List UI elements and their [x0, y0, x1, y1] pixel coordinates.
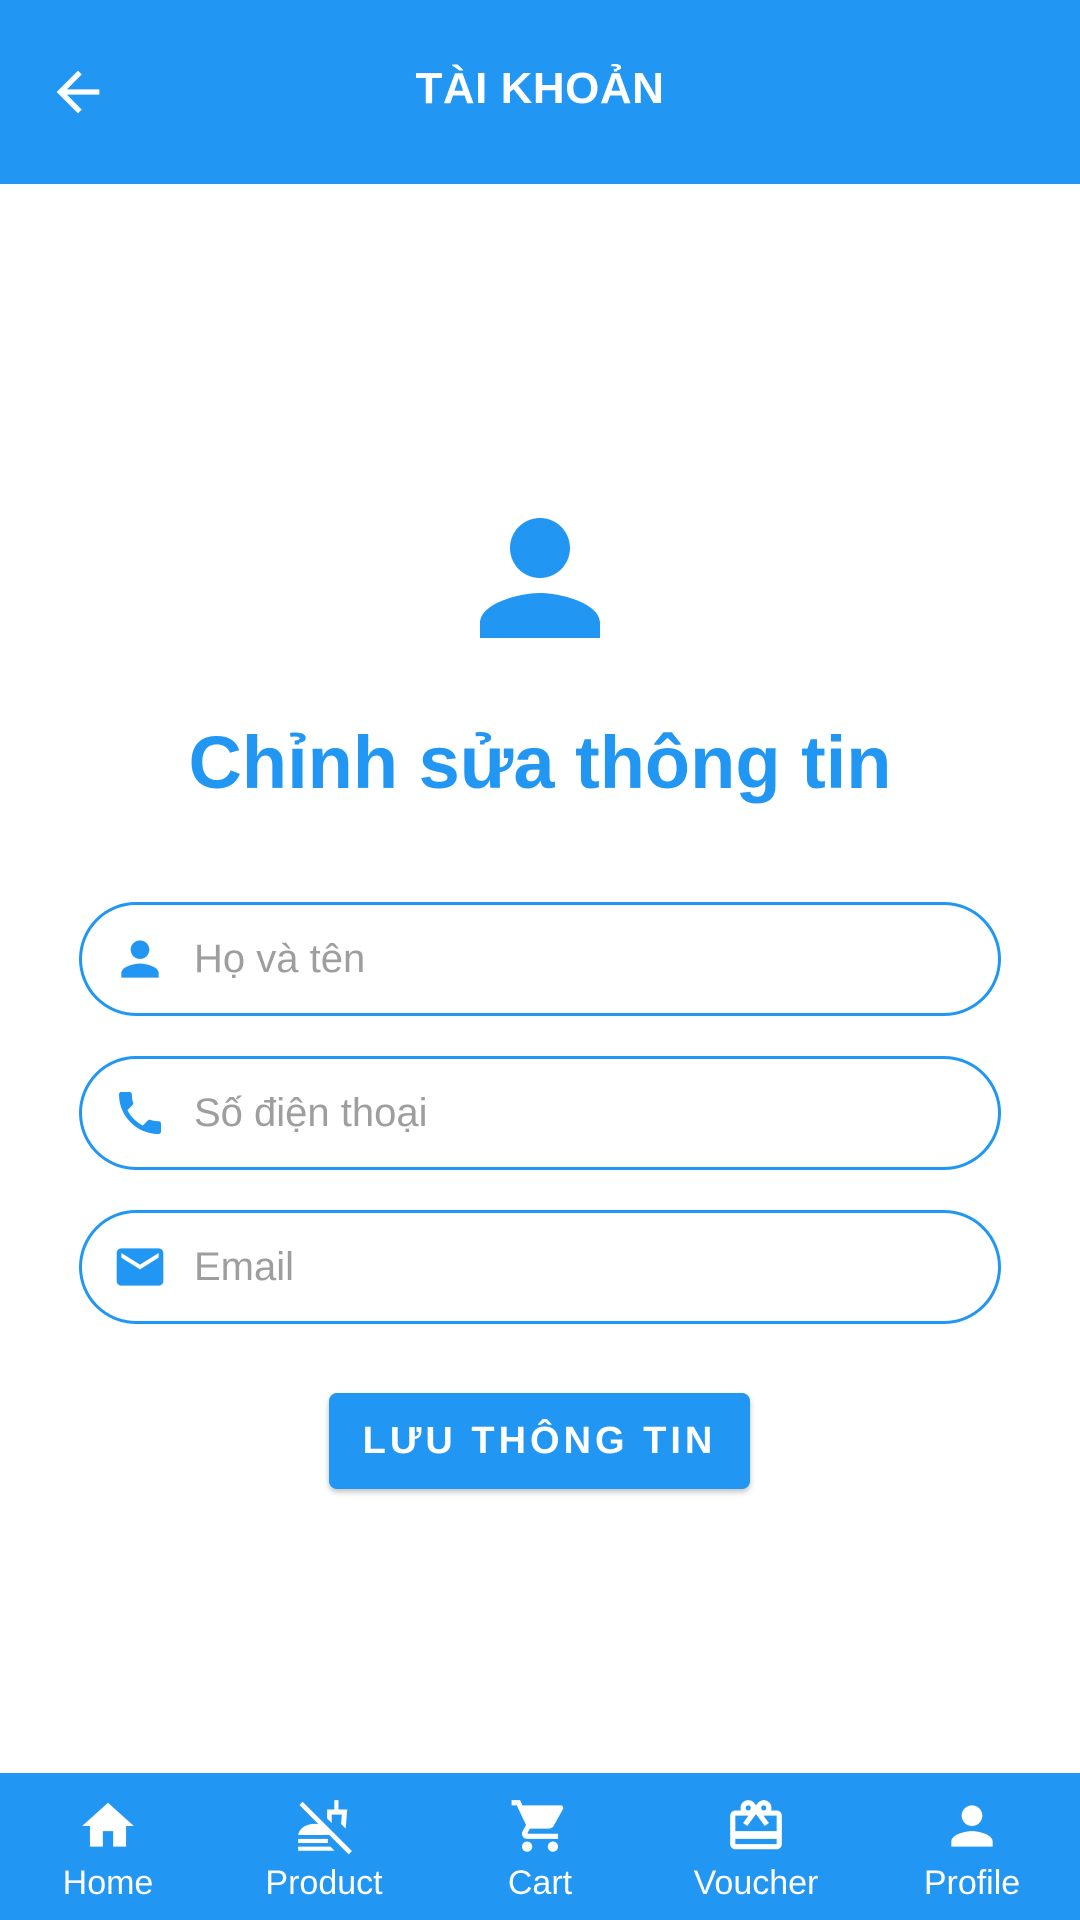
phone-field[interactable] — [79, 1056, 1001, 1170]
nav-label-voucher: Voucher — [693, 1864, 819, 1902]
nav-label-profile: Profile — [923, 1864, 1021, 1902]
avatar — [450, 488, 630, 668]
nav-item-product[interactable]: Product — [216, 1773, 432, 1920]
save-info-button[interactable]: LƯU THÔNG TIN — [329, 1393, 750, 1489]
page-title: TÀI KHOẢN — [415, 64, 665, 113]
app-screen: TÀI KHOẢN Chỉnh sửa thông tin LƯU THÔNG … — [0, 0, 1080, 1920]
person-icon — [941, 1795, 1003, 1857]
name-input[interactable] — [192, 919, 972, 999]
phone-icon — [110, 1083, 170, 1143]
nav-label-home: Home — [62, 1864, 154, 1902]
nav-item-cart[interactable]: Cart — [432, 1773, 648, 1920]
phone-input[interactable] — [192, 1073, 972, 1153]
mail-icon — [110, 1237, 170, 1297]
nav-item-home[interactable]: Home — [0, 1773, 216, 1920]
bottom-navigation: Home Product Cart Voucher Profile — [0, 1773, 1080, 1920]
name-field[interactable] — [79, 902, 1001, 1016]
nav-label-cart: Cart — [507, 1864, 573, 1902]
cart-icon — [509, 1795, 571, 1857]
nav-label-product: Product — [265, 1864, 383, 1902]
nav-item-voucher[interactable]: Voucher — [648, 1773, 864, 1920]
person-icon — [450, 518, 630, 672]
no-food-icon — [293, 1795, 355, 1857]
home-icon — [77, 1795, 139, 1857]
top-app-bar: TÀI KHOẢN — [0, 0, 1080, 184]
gift-card-icon — [725, 1795, 787, 1857]
nav-item-profile[interactable]: Profile — [864, 1773, 1080, 1920]
email-field[interactable] — [79, 1210, 1001, 1324]
person-icon — [110, 929, 170, 989]
edit-info-heading: Chỉnh sửa thông tin — [188, 721, 892, 804]
email-input[interactable] — [192, 1227, 972, 1307]
